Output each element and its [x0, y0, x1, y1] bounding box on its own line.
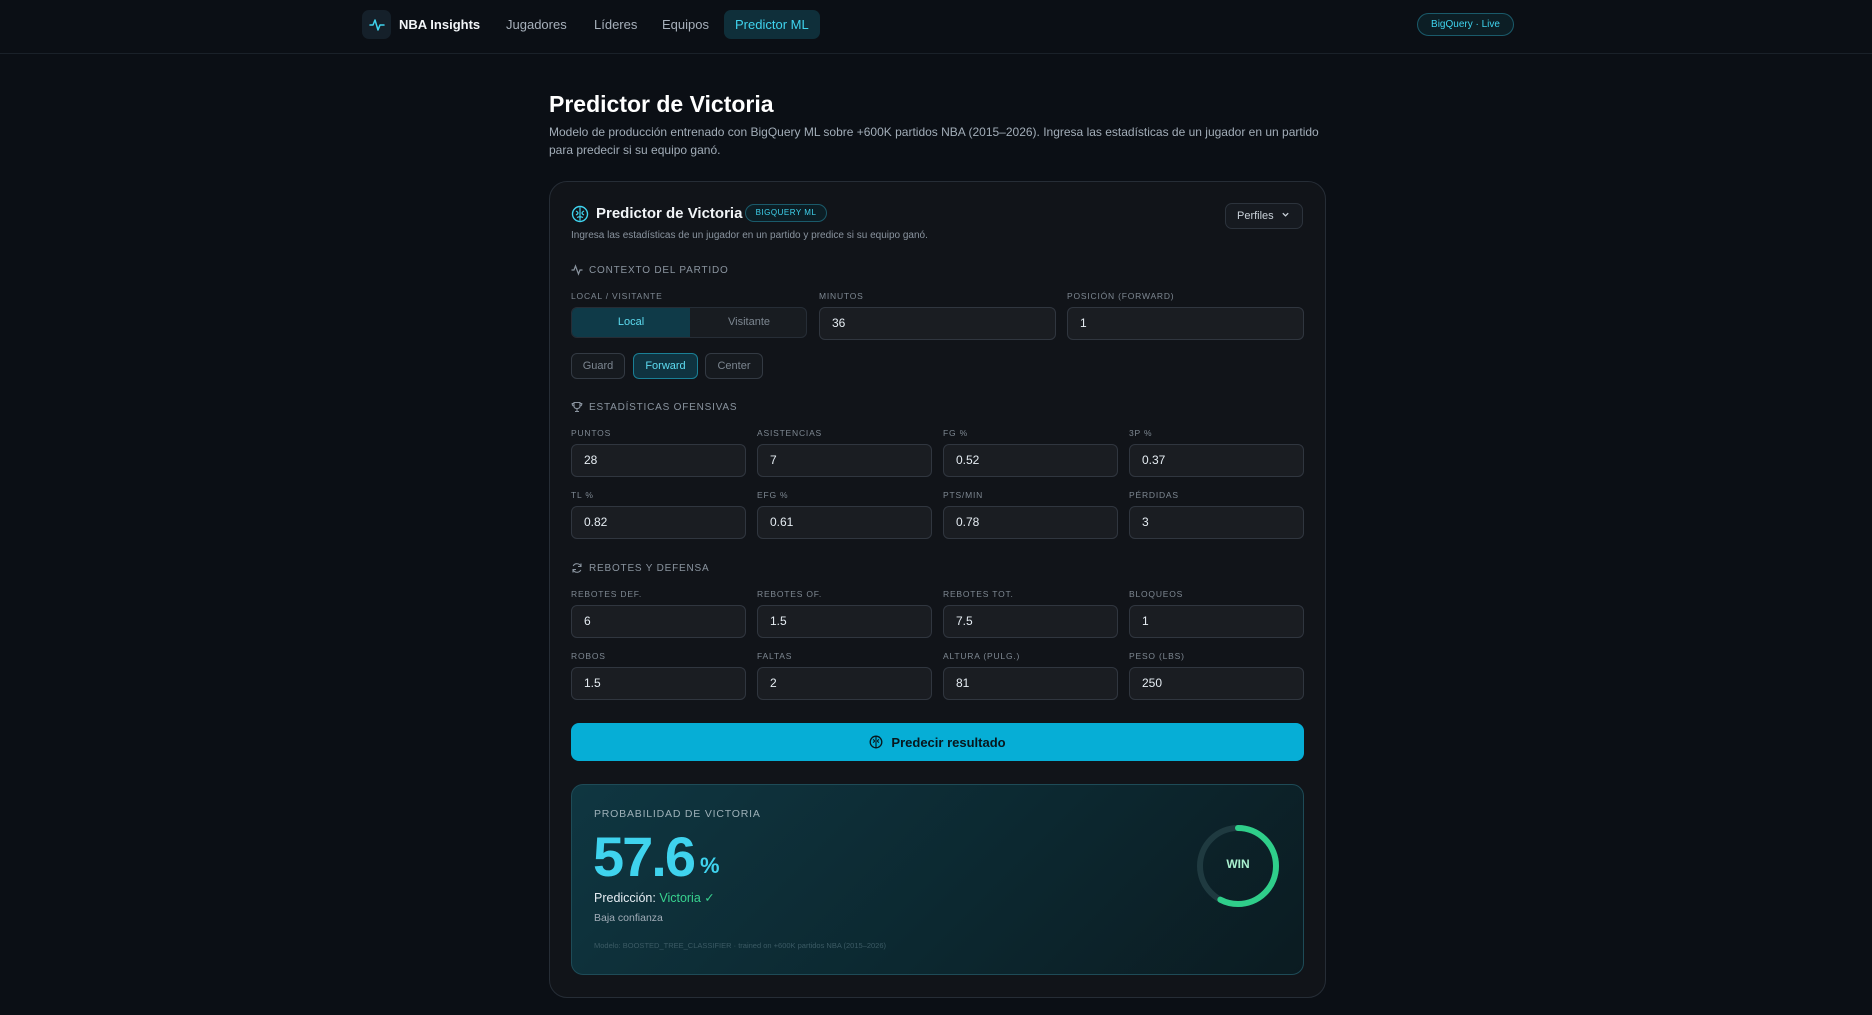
card-title: Predictor de Victoria	[596, 205, 743, 222]
live-status-badge: BigQuery · Live	[1417, 13, 1514, 36]
prediction-label: Predicción:	[594, 891, 656, 905]
home-away-toggle: Local Visitante	[571, 307, 807, 338]
page-description: Modelo de producción entrenado con BigQu…	[549, 125, 1319, 157]
card-subtitle: Ingresa las estadísticas de un jugador e…	[571, 230, 928, 241]
brain-icon	[869, 735, 883, 749]
height-input[interactable]: 81	[943, 667, 1118, 700]
pulse-icon	[571, 264, 583, 276]
context-section-title: CONTEXTO DEL PARTIDO	[589, 264, 729, 276]
turnovers-label: PÉRDIDAS	[1129, 490, 1179, 500]
trophy-icon	[571, 401, 583, 413]
three-pct-label: 3P %	[1129, 428, 1153, 438]
prediction-value: Victoria ✓	[659, 891, 715, 905]
defense-section-title: REBOTES Y DEFENSA	[589, 562, 710, 574]
pulse-icon	[368, 18, 385, 31]
total-rebounds-input[interactable]: 7.5	[943, 605, 1118, 638]
position-forward-button[interactable]: Forward	[633, 353, 698, 379]
efg-pct-label: EFG %	[757, 490, 789, 500]
minutes-label: MINUTOS	[819, 291, 864, 301]
nav-item-lideres[interactable]: Líderes	[583, 10, 648, 39]
total-rebounds-label: REBOTES TOT.	[943, 589, 1014, 599]
predict-button-label: Predecir resultado	[891, 734, 1006, 750]
position-center-button[interactable]: Center	[705, 353, 763, 379]
confidence-text: Baja confianza	[594, 912, 663, 924]
minutes-input[interactable]: 36	[819, 307, 1056, 340]
predict-button[interactable]: Predecir resultado	[571, 723, 1304, 761]
chevron-down-icon	[1282, 212, 1289, 217]
height-label: ALTURA (PULG.)	[943, 651, 1021, 661]
steals-input[interactable]: 1.5	[571, 667, 746, 700]
steals-label: ROBOS	[571, 651, 606, 661]
assists-label: ASISTENCIAS	[757, 428, 823, 438]
off-rebounds-input[interactable]: 1.5	[757, 605, 932, 638]
weight-label: PESO (LBS)	[1129, 651, 1185, 661]
off-rebounds-label: REBOTES OF.	[757, 589, 823, 599]
ft-pct-label: TL %	[571, 490, 594, 500]
home-option[interactable]: Local	[572, 308, 690, 337]
def-rebounds-input[interactable]: 6	[571, 605, 746, 638]
weight-input[interactable]: 250	[1129, 667, 1304, 700]
bigquery-ml-badge: BIGQUERY ML	[745, 204, 827, 222]
offense-section-title: ESTADÍSTICAS OFENSIVAS	[589, 401, 738, 413]
offense-section-header: ESTADÍSTICAS OFENSIVAS	[571, 401, 737, 413]
fouls-label: FALTAS	[757, 651, 793, 661]
page-title: Predictor de Victoria	[549, 91, 774, 117]
nav-item-equipos[interactable]: Equipos	[651, 10, 720, 39]
three-pct-input[interactable]: 0.37	[1129, 444, 1304, 477]
activity-logo-icon[interactable]	[362, 10, 391, 39]
prediction-line: Predicción: Victoria ✓	[594, 890, 715, 905]
points-label: PUNTOS	[571, 428, 612, 438]
blocks-input[interactable]: 1	[1129, 605, 1304, 638]
ring-label: WIN	[1226, 857, 1250, 871]
away-option[interactable]: Visitante	[690, 308, 806, 337]
fouls-input[interactable]: 2	[757, 667, 932, 700]
win-probability-label: PROBABILIDAD DE VICTORIA	[594, 808, 761, 820]
profiles-dropdown-button[interactable]: Perfiles	[1225, 203, 1303, 229]
model-note: Modelo: BOOSTED_TREE_CLASSIFIER · traine…	[594, 941, 887, 950]
context-section-header: CONTEXTO DEL PARTIDO	[571, 264, 729, 276]
nav-item-jugadores[interactable]: Jugadores	[495, 10, 578, 39]
top-navbar: NBA Insights Jugadores Líderes Equipos P…	[0, 0, 1872, 54]
efg-pct-input[interactable]: 0.61	[757, 506, 932, 539]
fg-pct-label: FG %	[943, 428, 968, 438]
assists-input[interactable]: 7	[757, 444, 932, 477]
brain-icon	[571, 205, 589, 223]
fg-pct-input[interactable]: 0.52	[943, 444, 1118, 477]
ft-pct-input[interactable]: 0.82	[571, 506, 746, 539]
position-input[interactable]: 1	[1067, 307, 1304, 340]
brand-name[interactable]: NBA Insights	[399, 17, 480, 32]
home-away-label: LOCAL / VISITANTE	[571, 291, 663, 301]
win-probability-value: 57.6	[593, 825, 696, 888]
pts-per-min-input[interactable]: 0.78	[943, 506, 1118, 539]
position-label: POSICIÓN (FORWARD)	[1067, 291, 1175, 301]
points-input[interactable]: 28	[571, 444, 746, 477]
nav-item-predictor-ml[interactable]: Predictor ML	[724, 10, 820, 39]
refresh-icon	[572, 563, 582, 573]
defense-section-header: REBOTES Y DEFENSA	[571, 562, 710, 574]
def-rebounds-label: REBOTES DEF.	[571, 589, 643, 599]
turnovers-input[interactable]: 3	[1129, 506, 1304, 539]
position-guard-button[interactable]: Guard	[571, 353, 625, 379]
profiles-label: Perfiles	[1237, 210, 1274, 222]
blocks-label: BLOQUEOS	[1129, 589, 1184, 599]
pts-per-min-label: PTS/MIN	[943, 490, 984, 500]
win-probability-unit: %	[700, 853, 720, 878]
